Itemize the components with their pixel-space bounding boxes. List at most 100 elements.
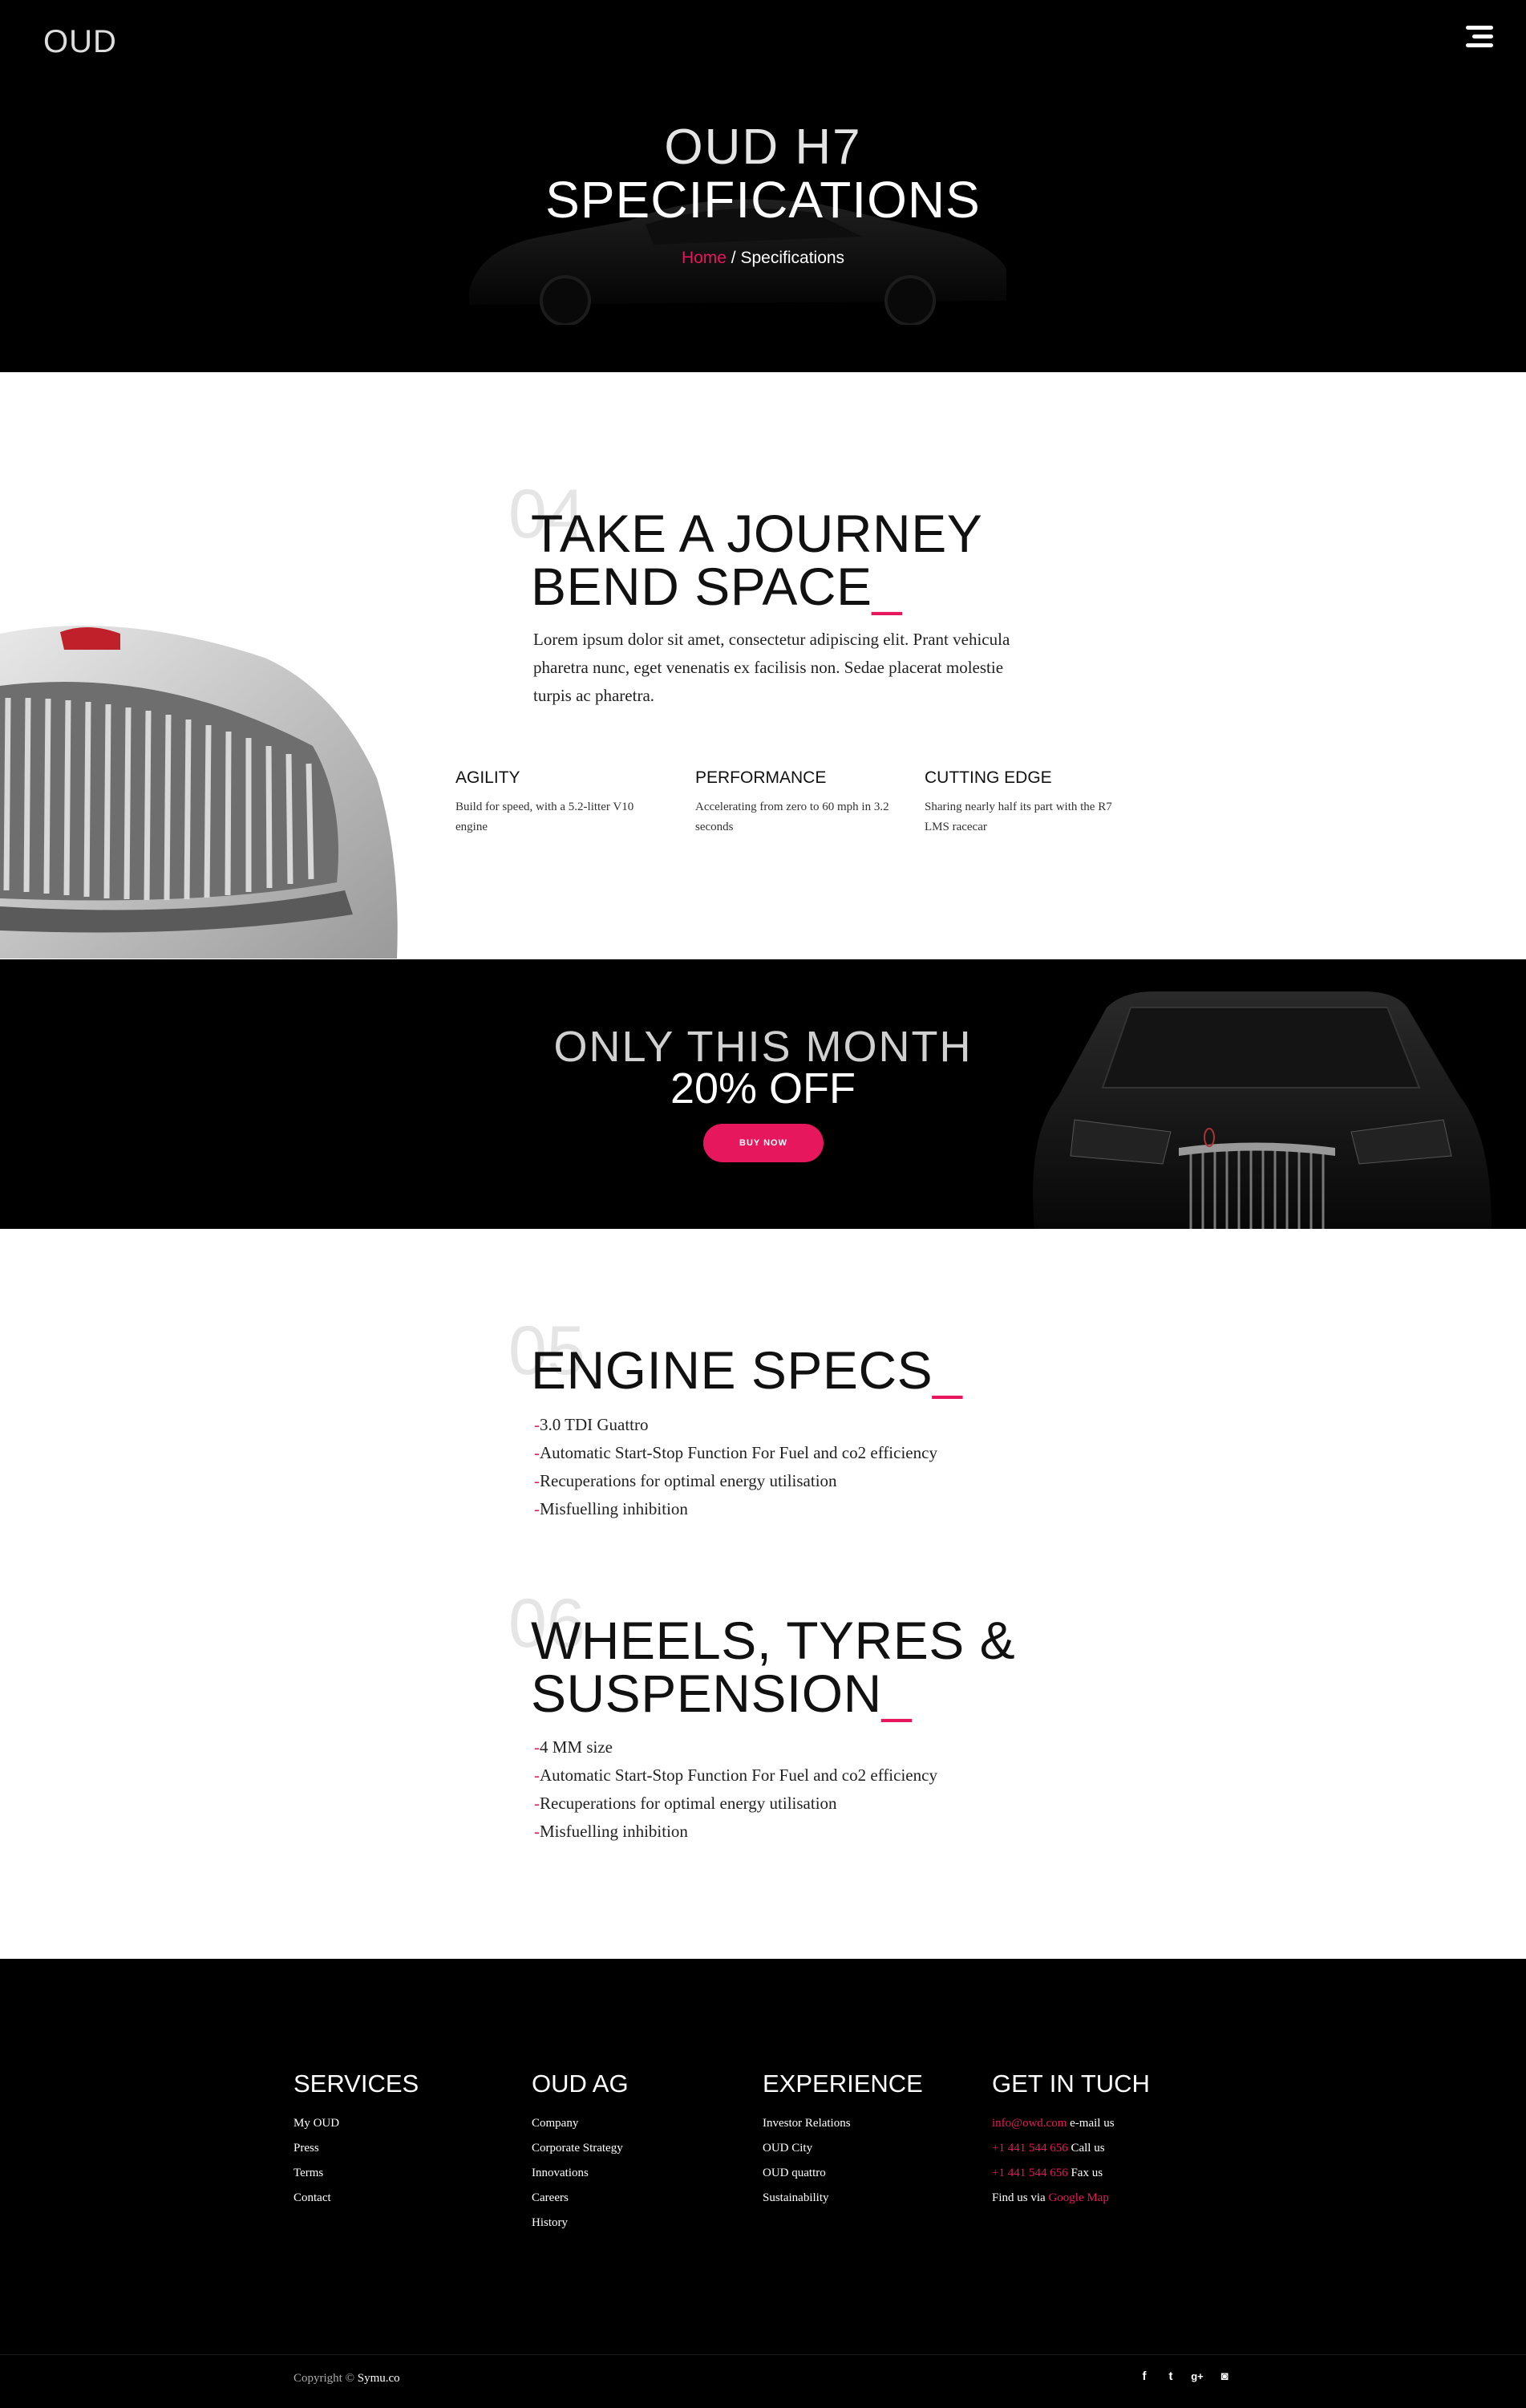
facebook-icon[interactable]: f <box>1137 2369 1152 2384</box>
promo-line2: 20% OFF <box>670 1064 856 1113</box>
section-title-line: WHEELS, TYRES & <box>531 1611 1016 1670</box>
list-dash: - <box>534 1471 540 1490</box>
hamburger-menu-icon[interactable] <box>1466 26 1493 48</box>
title-cursor: _ <box>872 557 902 616</box>
footer-link[interactable]: Careers <box>532 2186 629 2211</box>
footer-column-oud-ag: OUD AG Company Corporate Strategy Innova… <box>532 2070 629 2236</box>
google-map-link[interactable]: Google Map <box>1048 2191 1108 2204</box>
breadcrumb-home-link[interactable]: Home <box>682 249 727 267</box>
phone-link[interactable]: +1 441 544 656 <box>992 2142 1068 2155</box>
list-item-text: Misfuelling inhibition <box>540 1822 688 1841</box>
footer-link[interactable]: My OUD <box>293 2111 419 2136</box>
footer-column-title: OUD AG <box>532 2070 629 2098</box>
feature-agility: AGILITY Build for speed, with a 5.2-litt… <box>455 768 656 837</box>
footer-link[interactable]: History <box>532 2211 629 2236</box>
list-item-text: Automatic Start-Stop Function For Fuel a… <box>540 1443 937 1462</box>
list-item-text: Automatic Start-Stop Function For Fuel a… <box>540 1765 937 1785</box>
feature-text: Accelerating from zero to 60 mph in 3.2 … <box>695 801 889 833</box>
copyright-brand-link[interactable]: Symu.co <box>358 2372 400 2385</box>
section-title: TAKE A JOURNEY BEND SPACE_ <box>531 507 982 613</box>
copyright-prefix: Copyright © <box>293 2372 358 2385</box>
page-title: SPECIFICATIONS <box>545 171 981 229</box>
list-item: -4 MM size <box>534 1733 937 1761</box>
google-plus-icon[interactable]: g+ <box>1190 2369 1204 2384</box>
footer-column-title: GET IN TUCH <box>992 2070 1150 2098</box>
section-title-line: SUSPENSION_ <box>531 1667 1015 1720</box>
contact-label: Call us <box>1067 2142 1105 2155</box>
section-title: ENGINE SPECS_ <box>531 1344 962 1397</box>
list-dash: - <box>534 1415 540 1434</box>
list-dash: - <box>534 1765 540 1785</box>
footer-divider <box>0 2354 1526 2355</box>
list-dash: - <box>534 1737 540 1757</box>
footer-column-contact: GET IN TUCH info@owd.com e-mail us +1 44… <box>992 2070 1150 2211</box>
footer-link[interactable]: OUD quattro <box>763 2161 923 2186</box>
title-cursor: _ <box>933 1340 963 1400</box>
feature-performance: PERFORMANCE Accelerating from zero to 60… <box>695 768 900 837</box>
list-dash: - <box>534 1443 540 1462</box>
footer-link[interactable]: Company <box>532 2111 629 2136</box>
list-item-text: Misfuelling inhibition <box>540 1499 688 1518</box>
twitter-icon[interactable]: t <box>1164 2369 1178 2384</box>
list-item: -3.0 TDI Guattro <box>534 1411 937 1439</box>
breadcrumb-current: Specifications <box>740 249 845 267</box>
list-item: -Automatic Start-Stop Function For Fuel … <box>534 1439 937 1467</box>
footer-link[interactable]: Investor Relations <box>763 2111 923 2136</box>
feature-cutting-edge: CUTTING EDGE Sharing nearly half its par… <box>925 768 1117 837</box>
feature-title: PERFORMANCE <box>695 768 827 787</box>
logo[interactable]: OUD <box>43 24 117 60</box>
list-item-text: Recuperations for optimal energy utilisa… <box>540 1794 837 1813</box>
list-item: -Recuperations for optimal energy utilis… <box>534 1790 937 1818</box>
contact-email-row: info@owd.com e-mail us <box>992 2111 1150 2136</box>
wheels-spec-list: -4 MM size -Automatic Start-Stop Functio… <box>534 1733 937 1846</box>
buy-now-button[interactable]: BUY NOW <box>703 1124 824 1162</box>
breadcrumb-separator: / <box>726 249 741 267</box>
footer-column-title: EXPERIENCE <box>763 2070 923 2098</box>
contact-map-row: Find us via Google Map <box>992 2186 1150 2211</box>
list-item-text: Recuperations for optimal energy utilisa… <box>540 1471 837 1490</box>
section-title-line: BEND SPACE_ <box>531 560 982 613</box>
hero-section: OUD OUD H7 SPECIFICATIONS Home / Specifi… <box>0 0 1526 372</box>
feature-title: CUTTING EDGE <box>925 768 1052 787</box>
title-text: BEND SPACE <box>531 557 872 616</box>
hero-subtitle: OUD H7 <box>664 120 862 175</box>
car-grille-image <box>0 626 398 959</box>
list-item: -Recuperations for optimal energy utilis… <box>534 1467 937 1495</box>
list-item: -Misfuelling inhibition <box>534 1495 937 1523</box>
footer-link[interactable]: Corporate Strategy <box>532 2136 629 2161</box>
contact-phone-row: +1 441 544 656 Call us <box>992 2136 1150 2161</box>
contact-fax-row: +1 441 544 656 Fax us <box>992 2161 1150 2186</box>
intro-paragraph: Lorem ipsum dolor sit amet, consectetur … <box>533 630 1010 705</box>
footer-column-services: SERVICES My OUD Press Terms Contact <box>293 2070 419 2211</box>
footer-column-title: SERVICES <box>293 2070 419 2098</box>
feature-text: Build for speed, with a 5.2-litter V10 e… <box>455 801 634 833</box>
title-text: SUSPENSION <box>531 1664 882 1723</box>
fax-link[interactable]: +1 441 544 656 <box>992 2167 1068 2179</box>
footer-link[interactable]: Sustainability <box>763 2186 923 2211</box>
list-item-text: 4 MM size <box>540 1737 613 1757</box>
footer-link[interactable]: Contact <box>293 2186 419 2211</box>
list-item-text: 3.0 TDI Guattro <box>540 1415 649 1434</box>
section-title: WHEELS, TYRES & SUSPENSION_ <box>531 1614 1015 1720</box>
list-item: -Automatic Start-Stop Function For Fuel … <box>534 1761 937 1790</box>
list-dash: - <box>534 1499 540 1518</box>
contact-label: e-mail us <box>1067 2117 1115 2130</box>
promo-banner: ONLY THIS MONTH 20% OFF BUY NOW <box>0 959 1526 1229</box>
footer-link[interactable]: Press <box>293 2136 419 2161</box>
section-title-line: TAKE A JOURNEY <box>531 504 983 563</box>
title-text: ENGINE SPECS <box>531 1340 933 1400</box>
engine-spec-list: -3.0 TDI Guattro -Automatic Start-Stop F… <box>534 1411 937 1523</box>
breadcrumb: Home / Specifications <box>0 249 1526 268</box>
footer-link[interactable]: Innovations <box>532 2161 629 2186</box>
contact-label: Find us via <box>992 2191 1049 2204</box>
feature-text: Sharing nearly half its part with the R7… <box>925 801 1112 833</box>
feature-title: AGILITY <box>455 768 520 787</box>
contact-label: Fax us <box>1067 2167 1103 2179</box>
list-dash: - <box>534 1822 540 1841</box>
title-cursor: _ <box>881 1664 912 1723</box>
email-link[interactable]: info@owd.com <box>992 2117 1067 2130</box>
footer-link[interactable]: OUD City <box>763 2136 923 2161</box>
footer-link[interactable]: Terms <box>293 2161 419 2186</box>
instagram-icon[interactable]: ◙ <box>1217 2369 1232 2384</box>
list-item: -Misfuelling inhibition <box>534 1818 937 1846</box>
